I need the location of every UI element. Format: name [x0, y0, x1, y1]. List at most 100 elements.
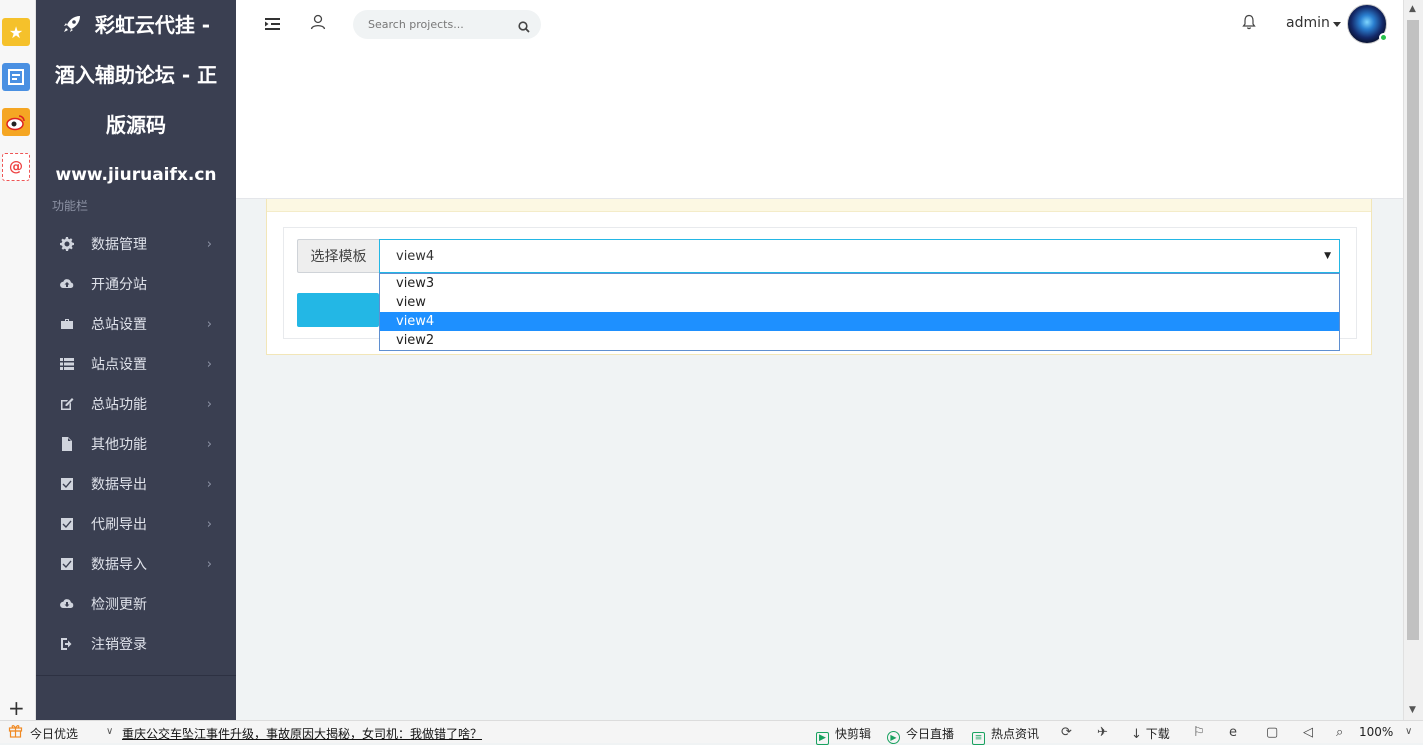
template-option-selected[interactable]: view4 [380, 312, 1339, 331]
checkbox-icon [60, 557, 74, 571]
sidebar-footer [36, 675, 236, 720]
template-options-list: view3 view view4 view2 [379, 273, 1340, 351]
rocket-icon [62, 13, 95, 37]
chevron-down-icon[interactable]: ∨ [106, 726, 113, 737]
sidebar-item-label: 数据管理 [91, 237, 147, 253]
favorites-star-icon[interactable]: ★ [2, 18, 30, 46]
cloud-upload-icon [60, 277, 74, 291]
sidebar-item-data-management[interactable]: 数据管理 › [36, 224, 236, 264]
nav-section-label: 功能栏 [52, 199, 89, 213]
sidebar-item-check-update[interactable]: 检测更新 [36, 584, 236, 624]
username-label[interactable]: admin [1286, 15, 1330, 31]
news-icon: ≡ [972, 732, 985, 745]
download-arrow-icon: ↓ [1131, 727, 1142, 742]
menu-toggle-icon[interactable] [265, 16, 281, 30]
live-item[interactable]: ▶ 今日直播 [887, 725, 954, 744]
cloud-download-icon [60, 597, 74, 611]
page-header-area [236, 50, 1403, 199]
checkbox-icon [60, 477, 74, 491]
checkbox-icon [60, 517, 74, 531]
chevron-right-icon: › [206, 357, 212, 372]
notes-icon[interactable] [2, 63, 30, 91]
browser-sidebar: ★ @ + [0, 0, 36, 720]
download-item[interactable]: ↓ 下载 [1131, 725, 1170, 742]
sidebar-item-master-settings[interactable]: 总站设置 › [36, 304, 236, 344]
quick-clip-item[interactable]: ▶ 快剪辑 [816, 725, 871, 745]
scrollbar-thumb[interactable] [1407, 20, 1419, 640]
chevron-right-icon: › [206, 237, 212, 252]
chevron-right-icon: › [206, 557, 212, 572]
hot-news-label: 热点资讯 [991, 727, 1040, 741]
sidebar-item-label: 总站设置 [91, 317, 147, 333]
news-ticker-link[interactable]: 重庆公交车坠江事件升级，事故原因大揭秘，女司机：我做错了啥？ [122, 725, 482, 742]
sidebar-item-label: 数据导出 [91, 477, 147, 493]
edit-icon [60, 397, 74, 411]
sidebar-item-data-import[interactable]: 数据导入 › [36, 544, 236, 584]
download-label: 下载 [1145, 727, 1170, 741]
flag-icon[interactable]: ⚐ [1193, 725, 1205, 740]
brand-title: 彩虹云代挂 - 酒入辅助论坛 - 正 版源码 [36, 0, 236, 150]
template-option[interactable]: view [380, 293, 1339, 312]
file-icon [60, 437, 74, 451]
list-icon [60, 357, 74, 371]
browser-status-bar: 今日优选 ∨ 重庆公交车坠江事件升级，事故原因大揭秘，女司机：我做错了啥？ ▶ 快… [0, 720, 1423, 745]
logout-icon [60, 637, 74, 651]
template-option[interactable]: view3 [380, 274, 1339, 293]
rocket-accelerate-icon[interactable]: ✈ [1097, 725, 1108, 740]
select-arrow-icon[interactable]: ▼ [1324, 251, 1331, 261]
template-option[interactable]: view2 [380, 331, 1339, 350]
play-square-icon: ▶ [816, 732, 829, 745]
speed-icon[interactable]: ⟳ [1061, 725, 1072, 740]
sidebar-item-data-export[interactable]: 数据导出 › [36, 464, 236, 504]
brand-line3: 版源码 [106, 113, 166, 137]
briefcase-icon [60, 317, 74, 331]
sidebar-nav: 数据管理 › 开通分站 总站设置 › 站点设置 › 总站功能 › 其他功能 › [36, 224, 236, 664]
sidebar-item-open-substation[interactable]: 开通分站 [36, 264, 236, 304]
template-select-value: view4 [396, 248, 435, 264]
brand-line1: 彩虹云代挂 - [94, 13, 211, 37]
mail-icon[interactable]: @ [2, 153, 30, 181]
sidebar-item-label: 开通分站 [91, 277, 147, 293]
notification-bell-icon[interactable] [1242, 14, 1256, 34]
scroll-down-arrow-icon[interactable]: ▼ [1409, 705, 1416, 715]
gear-icon [60, 237, 74, 251]
search-bar [353, 10, 541, 39]
chevron-right-icon: › [206, 317, 212, 332]
add-plus-icon[interactable]: + [8, 696, 25, 720]
volume-icon[interactable]: ◁ [1303, 725, 1313, 740]
zoom-search-icon[interactable]: ⌕ [1336, 725, 1343, 740]
sidebar-item-proxy-export[interactable]: 代刷导出 › [36, 504, 236, 544]
online-status-indicator [1379, 33, 1388, 42]
caret-down-icon[interactable] [1333, 22, 1341, 27]
sidebar-item-label: 站点设置 [91, 357, 147, 373]
sidebar-item-other-functions[interactable]: 其他功能 › [36, 424, 236, 464]
sidebar-item-label: 代刷导出 [91, 517, 147, 533]
panel-heading [267, 199, 1371, 212]
submit-button[interactable] [297, 293, 379, 327]
sidebar-item-label: 注销登录 [91, 637, 147, 653]
zoom-level[interactable]: 100% [1359, 725, 1393, 739]
chevron-right-icon: › [206, 477, 212, 492]
sidebar-item-label: 总站功能 [91, 397, 147, 413]
sidebar-item-label: 数据导入 [91, 557, 147, 573]
today-picks-label[interactable]: 今日优选 [30, 725, 78, 742]
search-input[interactable] [353, 10, 503, 39]
template-select[interactable]: view4 ▼ [379, 239, 1340, 273]
hot-news-item[interactable]: ≡ 热点资讯 [972, 725, 1039, 745]
quick-clip-label: 快剪辑 [835, 727, 872, 741]
window-icon[interactable]: ▢ [1266, 725, 1278, 740]
chevron-right-icon: › [206, 397, 212, 412]
zoom-chevron-icon[interactable]: ∨ [1405, 726, 1412, 737]
weibo-icon[interactable] [2, 108, 30, 136]
vertical-scrollbar[interactable]: ▲ ▼ [1403, 0, 1423, 720]
sidebar-item-site-settings[interactable]: 站点设置 › [36, 344, 236, 384]
gift-icon[interactable] [8, 723, 23, 742]
ie-mode-icon[interactable]: e [1229, 725, 1237, 740]
search-icon[interactable] [518, 18, 530, 37]
sidebar-item-master-functions[interactable]: 总站功能 › [36, 384, 236, 424]
scroll-up-arrow-icon[interactable]: ▲ [1409, 4, 1416, 14]
brand-line2: 酒入辅助论坛 - 正 [54, 63, 218, 87]
user-icon[interactable] [310, 14, 326, 34]
sidebar-item-logout[interactable]: 注销登录 [36, 624, 236, 664]
chevron-right-icon: › [206, 517, 212, 532]
